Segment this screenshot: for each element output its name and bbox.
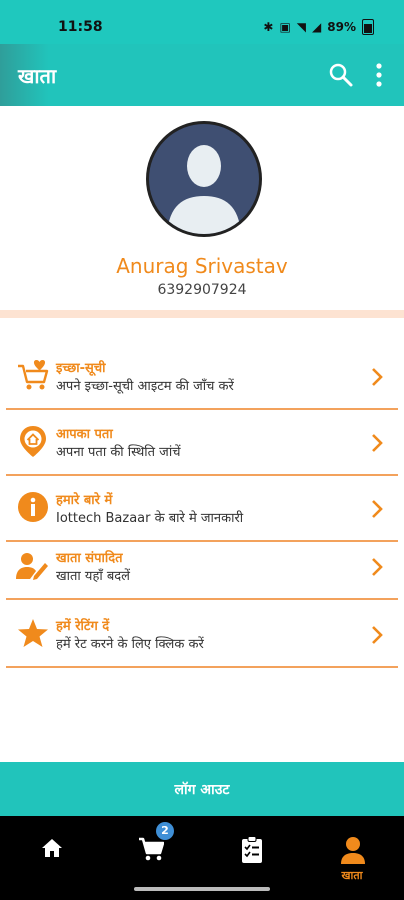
home-indicator[interactable]	[134, 887, 270, 891]
chevron-right-icon	[372, 434, 383, 452]
home-icon	[42, 839, 62, 857]
avatar-placeholder-icon	[167, 145, 241, 234]
menu-subtitle: अपने इच्छा-सूची आइटम की जाँच करें	[56, 379, 234, 394]
chevron-right-icon	[372, 368, 383, 386]
profile-section: Anurag Srivastav 6392907924	[0, 106, 404, 310]
account-icon	[341, 837, 365, 864]
volte-icon: ▣	[279, 20, 291, 34]
menu-subtitle: अपना पता की स्थिति जांचें	[56, 445, 181, 460]
signal-icon: ◢	[312, 20, 322, 34]
nav-account-label: खाता	[341, 869, 363, 882]
menu-subtitle: खाता यहाँ बदलें	[56, 569, 130, 584]
menu-item-about[interactable]: हमारे बारे में Iottech Bazaar के बारे मे…	[6, 476, 398, 542]
search-icon[interactable]	[328, 62, 354, 88]
menu-item-wishlist[interactable]: इच्छा-सूची अपने इच्छा-सूची आइटम की जाँच …	[6, 344, 398, 410]
cart-icon	[139, 837, 164, 861]
nav-account[interactable]: खाता	[322, 828, 382, 882]
info-icon	[18, 492, 48, 522]
menu-title: इच्छा-सूची	[56, 361, 106, 376]
bluetooth-icon: ✱	[263, 20, 274, 34]
menu-item-address[interactable]: आपका पता अपना पता की स्थिति जांचें	[6, 410, 398, 476]
home-pin-icon	[20, 426, 46, 457]
menu-title: खाता संपादित	[56, 551, 123, 566]
menu-title: आपका पता	[56, 427, 113, 442]
profile-name: Anurag Srivastav	[116, 254, 288, 278]
menu-item-rate-us[interactable]: हमें रेटिंग दें हमें रेट करने के लिए क्ल…	[6, 602, 398, 668]
edit-account-icon	[16, 553, 48, 580]
menu-subtitle: हमें रेट करने के लिए क्लिक करें	[56, 637, 204, 652]
wishlist-cart-icon	[18, 360, 49, 390]
menu-title: हमारे बारे में	[56, 493, 113, 508]
avatar[interactable]	[146, 121, 262, 237]
battery-icon	[362, 19, 374, 35]
page-title: खाता	[18, 64, 57, 88]
nav-cart[interactable]: 2	[120, 822, 180, 878]
logout-label: लॉग आउट	[174, 782, 230, 798]
chevron-right-icon	[372, 626, 383, 644]
profile-phone: 6392907924	[157, 282, 247, 298]
cart-badge: 2	[156, 822, 174, 840]
menu-divider	[6, 598, 398, 600]
section-divider	[0, 310, 404, 318]
chevron-right-icon	[372, 500, 383, 518]
menu-item-edit-account[interactable]: खाता संपादित खाता यहाँ बदलें	[6, 534, 398, 600]
battery-percent: 89%	[327, 20, 356, 34]
app-bar: खाता	[0, 44, 404, 106]
status-icons: ✱ ▣ ◥ ◢ 89%	[263, 19, 374, 35]
menu-subtitle: Iottech Bazaar के बारे मे जानकारी	[56, 511, 244, 526]
nav-home[interactable]	[22, 828, 82, 878]
wifi-icon: ◥	[296, 20, 307, 34]
clipboard-icon	[242, 836, 262, 863]
status-time: 11:58	[58, 19, 103, 35]
logout-button[interactable]: लॉग आउट	[0, 762, 404, 816]
chevron-right-icon	[372, 558, 383, 576]
nav-orders[interactable]	[222, 828, 282, 878]
star-icon	[18, 619, 48, 647]
menu-divider	[6, 666, 398, 668]
more-vert-icon[interactable]	[372, 62, 386, 88]
menu-title: हमें रेटिंग दें	[56, 619, 110, 634]
status-bar: 11:58 ✱ ▣ ◥ ◢ 89%	[0, 0, 404, 44]
